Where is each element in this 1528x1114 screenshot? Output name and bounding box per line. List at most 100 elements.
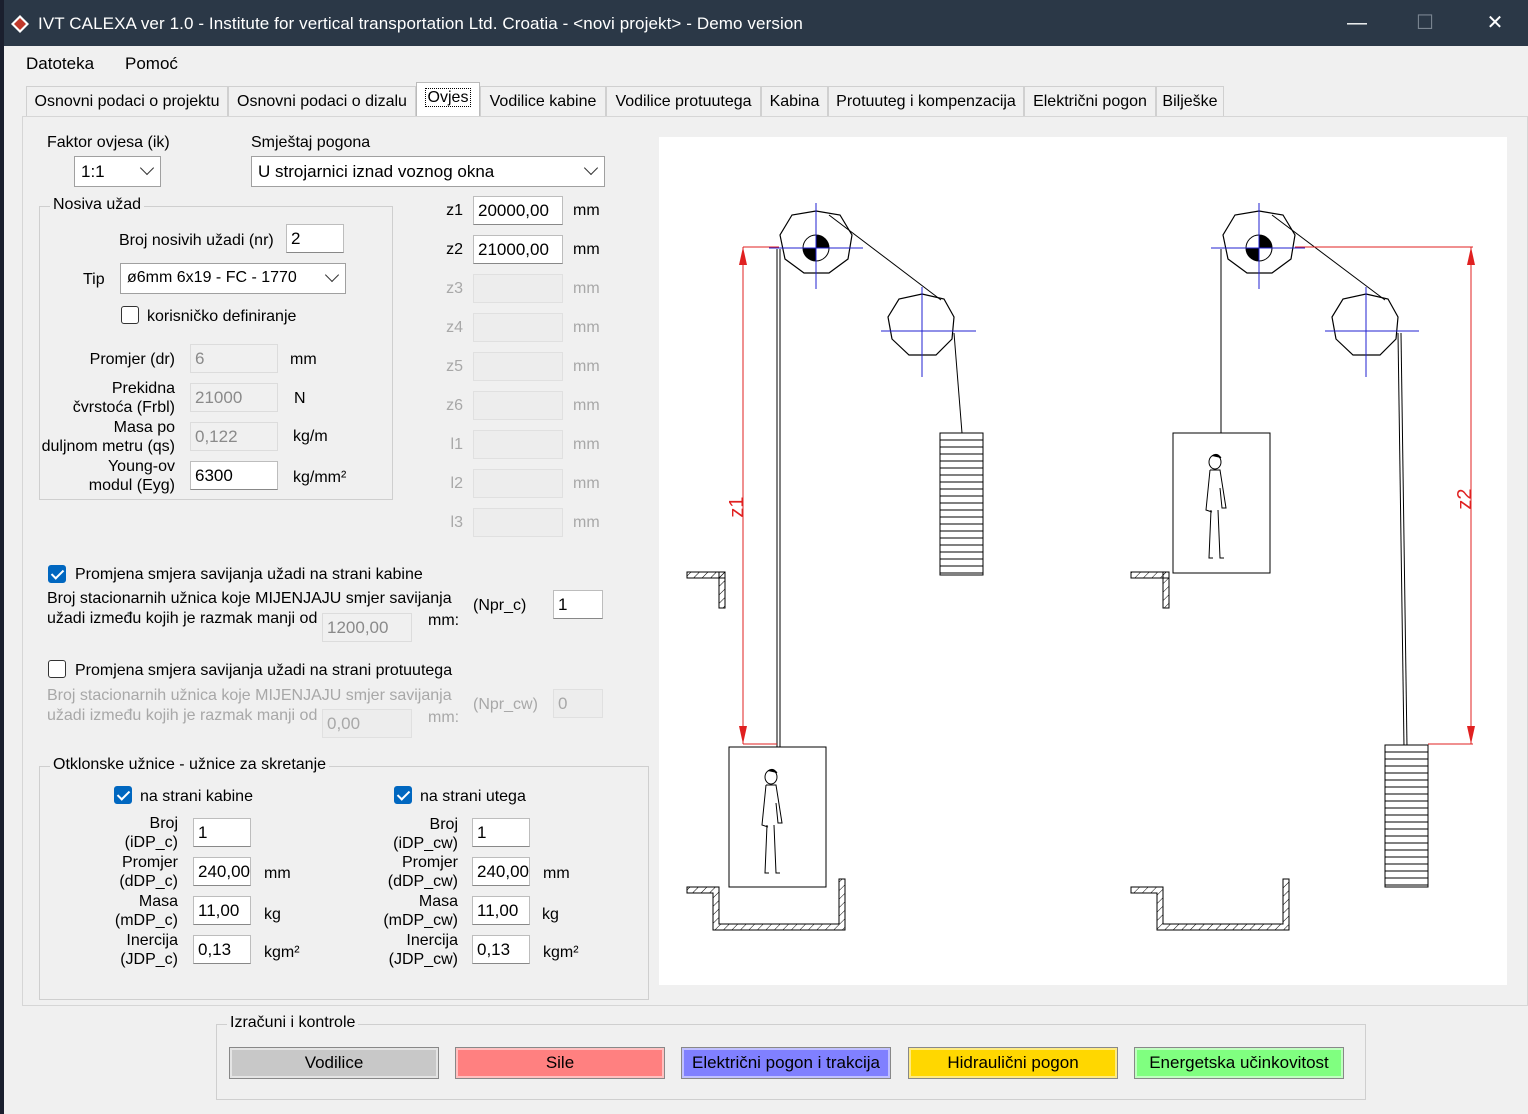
prekidna-label-2: čvrstoća (Frbl) (72, 399, 175, 416)
z-input[interactable]: 20000,00 (473, 196, 563, 225)
group-title: Otklonske užnice - užnice za skretanje (50, 756, 330, 774)
z-input[interactable] (473, 508, 563, 537)
z-input[interactable]: 21000,00 (473, 235, 563, 264)
tip-select[interactable]: ø6mm 6x19 - FC - 1770 (120, 263, 346, 294)
kab-inercija-l2: (JDP_c) (120, 951, 178, 968)
kab-promjer-input[interactable]: 240,00 (193, 857, 251, 886)
z-input[interactable] (473, 430, 563, 459)
promjer-label: Promjer (dr) (89, 351, 175, 368)
vodilice-button[interactable]: Vodilice (229, 1047, 439, 1079)
z-unit: mm (573, 358, 600, 375)
ut-broj-l1: Broj (429, 816, 458, 833)
hidraulicni-pogon-button[interactable]: Hidraulični pogon (908, 1047, 1118, 1079)
smjestaj-label: Smještaj pogona (251, 134, 371, 151)
app-logo-icon (11, 15, 29, 33)
z-label: z1 (446, 202, 463, 219)
close-button[interactable]: ✕ (1460, 0, 1528, 46)
korisnicko-checkbox[interactable] (121, 306, 139, 324)
young-label-2: modul (Eyg) (88, 477, 175, 494)
kab-inercija-input[interactable]: 0,13 (193, 935, 251, 964)
ut-promjer-unit: mm (543, 865, 570, 882)
tab-vodilice-protuutega[interactable]: Vodilice protuutega (606, 86, 761, 116)
suspension-drawing: z1 z2 (659, 137, 1507, 985)
group-title: Izračuni i kontrole (227, 1014, 359, 1032)
z-input[interactable] (473, 313, 563, 342)
tab-ovjes[interactable]: Ovjes (416, 82, 480, 116)
ut-inercija-input[interactable]: 0,13 (472, 935, 530, 964)
app-window: IVT CALEXA ver 1.0 - Institute for verti… (4, 0, 1528, 1114)
tip-value: ø6mm 6x19 - FC - 1770 (127, 269, 297, 286)
npr-cw-input[interactable]: 0 (553, 689, 603, 718)
otkl-kabina-checkbox[interactable] (114, 786, 132, 804)
tab-elektricni-pogon[interactable]: Električni pogon (1024, 86, 1156, 116)
energetska-button[interactable]: Energetska učinkovitost (1134, 1047, 1344, 1079)
z-input[interactable] (473, 391, 563, 420)
protu-broj-line1: Broj stacionarnih užnica koje MIJENJAJU … (47, 687, 452, 704)
tab-protuuteg[interactable]: Protuuteg i kompenzacija (828, 86, 1024, 116)
tab-label: Bilješke (1162, 93, 1218, 110)
kabina-broj-line2: užadi između kojih je razmak manji od (47, 610, 318, 627)
elektricni-pogon-button[interactable]: Električni pogon i trakcija (681, 1047, 891, 1079)
smjestaj-select[interactable]: U strojarnici iznad voznog okna (251, 156, 605, 187)
ut-masa-input[interactable]: 11,00 (472, 896, 530, 925)
tab-kabina[interactable]: Kabina (761, 86, 828, 116)
z-input[interactable] (473, 274, 563, 303)
z-label: z4 (446, 319, 463, 336)
tab-osnovni-projekt[interactable]: Osnovni podaci o projektu (26, 86, 228, 116)
protu-mm-label: mm: (428, 709, 460, 726)
z-label: z2 (446, 241, 463, 258)
z-unit: mm (573, 280, 600, 297)
ut-inercija-l2: (JDP_cw) (388, 951, 458, 968)
npr-c-label: (Npr_c) (473, 597, 527, 614)
promjer-input[interactable]: 6 (190, 344, 278, 373)
z-input[interactable] (473, 469, 563, 498)
faktor-select[interactable]: 1:1 (74, 156, 161, 187)
masa-input[interactable]: 0,122 (190, 422, 278, 451)
minimize-button[interactable]: — (1322, 0, 1392, 46)
deflector-sheave-right (1331, 293, 1399, 356)
tab-osnovni-dizalo[interactable]: Osnovni podaci o dizalu (228, 86, 416, 116)
npr-c-input[interactable]: 1 (553, 590, 603, 619)
z-unit: mm (573, 514, 600, 531)
z2-dimension-label: z2 (1454, 488, 1476, 509)
maximize-button[interactable]: ☐ (1390, 0, 1460, 46)
protu-razmak-input[interactable]: 0,00 (322, 709, 412, 738)
tab-page-ovjes: Faktor ovjesa (ik) 1:1 Smještaj pogona U… (22, 116, 1528, 1006)
menu-bar: Datoteka Pomoć (4, 46, 1528, 80)
kabina-smjer-checkbox[interactable] (48, 565, 66, 583)
z-label: z6 (446, 397, 463, 414)
kabina-razmak-input[interactable]: 1200,00 (322, 613, 412, 642)
ut-promjer-l1: Promjer (401, 854, 458, 871)
kab-broj-l1: Broj (149, 815, 178, 832)
young-input[interactable]: 6300 (190, 461, 278, 490)
smjestaj-value: U strojarnici iznad voznog okna (258, 162, 495, 181)
kab-inercija-unit: kgm² (264, 944, 300, 961)
ut-promjer-input[interactable]: 240,00 (472, 857, 530, 886)
menu-pomoc[interactable]: Pomoć (125, 54, 178, 74)
protu-smjer-checkbox[interactable] (48, 660, 66, 678)
protu-smjer-label: Promjena smjera savijanja užadi na stran… (75, 662, 453, 679)
tab-label: Vodilice protuutega (615, 93, 752, 110)
prekidna-input[interactable]: 21000 (190, 383, 278, 412)
left-scheme: z1 (686, 203, 984, 931)
broj-nosivih-input[interactable]: 2 (286, 224, 344, 253)
otkl-kabina-label: na strani kabine (140, 788, 253, 805)
promjer-unit: mm (290, 351, 317, 368)
menu-datoteka[interactable]: Datoteka (26, 54, 94, 74)
tab-label: Vodilice kabine (489, 93, 597, 110)
title-bar[interactable]: IVT CALEXA ver 1.0 - Institute for verti… (4, 0, 1528, 46)
z-unit: mm (573, 436, 600, 453)
npr-cw-label: (Npr_cw) (473, 696, 538, 713)
group-title: Nosiva užad (50, 196, 145, 214)
z-input[interactable] (473, 352, 563, 381)
kab-masa-unit: kg (264, 906, 281, 923)
ut-masa-unit: kg (542, 906, 559, 923)
kab-masa-input[interactable]: 11,00 (193, 896, 251, 925)
tab-vodilice-kabine[interactable]: Vodilice kabine (480, 86, 606, 116)
kab-broj-input[interactable]: 1 (193, 818, 251, 847)
otkl-uteg-checkbox[interactable] (394, 786, 412, 804)
masa-label-1: Masa po (113, 419, 175, 436)
ut-broj-input[interactable]: 1 (472, 818, 530, 847)
sile-button[interactable]: Sile (455, 1047, 665, 1079)
tab-biljeske[interactable]: Bilješke (1156, 86, 1224, 116)
